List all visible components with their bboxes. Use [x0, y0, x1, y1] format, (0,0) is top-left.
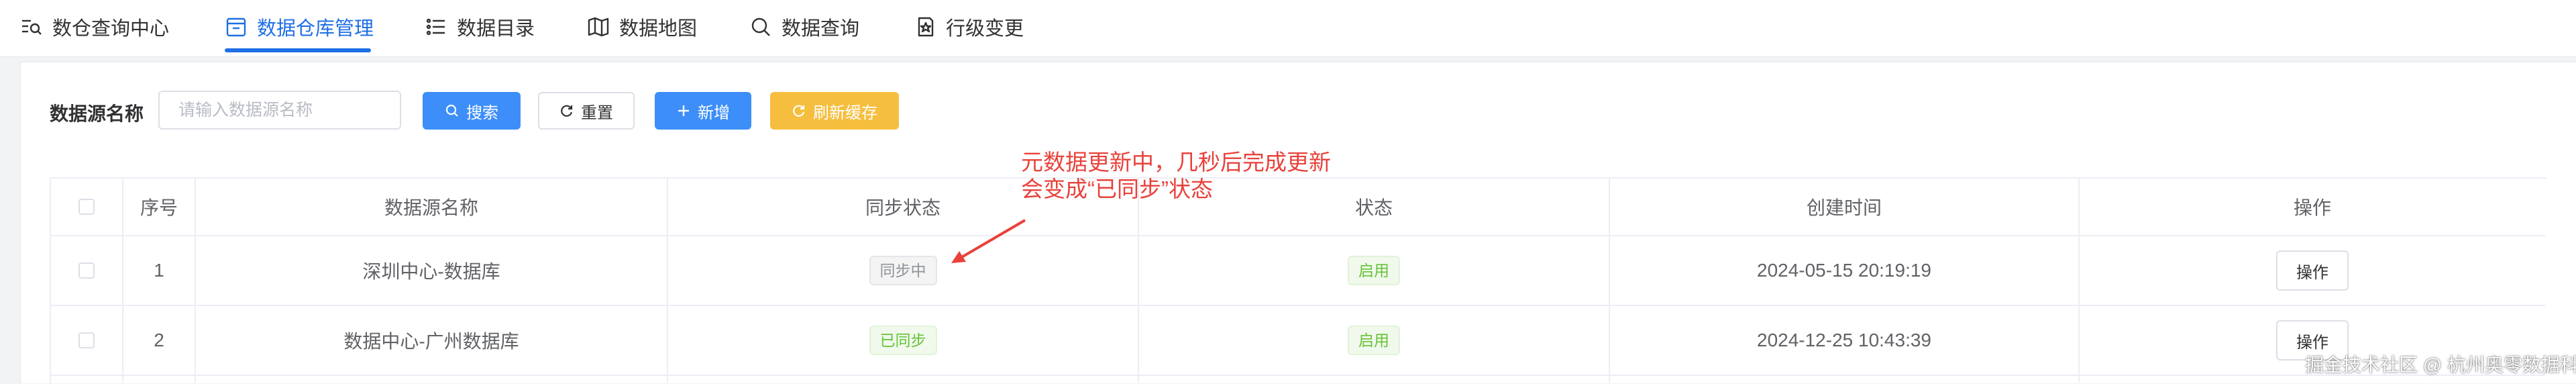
select-all-cell — [51, 179, 122, 235]
row-sync-status: 已同步 — [668, 306, 1138, 375]
row-checkbox[interactable] — [78, 332, 95, 348]
header-actions: 操作 — [2293, 197, 2331, 218]
table-row-1-select — [51, 236, 122, 305]
plus-icon — [676, 103, 691, 118]
row-action-button[interactable]: 操作 — [2276, 250, 2349, 291]
tab-label: 数据地图 — [619, 18, 698, 40]
filter-label: 数据源名称 — [50, 103, 144, 124]
watermark: 掘金技术社区 @ 杭州奥零数据科技 — [2305, 354, 2576, 375]
row-created-time: 2024-05-15 20:19:19 — [1757, 260, 1931, 281]
datasource-name-input[interactable] — [158, 91, 401, 130]
tab-dw-management[interactable]: 数据仓库管理 — [225, 0, 374, 54]
header-name: 数据源名称 — [384, 197, 478, 218]
add-button[interactable]: 新增 — [655, 92, 751, 130]
sync-status-badge: 已同步 — [869, 326, 937, 355]
tab-data-map[interactable]: 数据地图 — [587, 0, 697, 54]
add-button-label: 新增 — [698, 103, 730, 122]
header-created-time: 创建时间 — [1806, 197, 1882, 218]
map-icon — [587, 15, 610, 38]
tab-data-query[interactable]: 数据查询 — [749, 0, 859, 54]
row-created-time: 2024-12-25 10:43:39 — [1757, 330, 1931, 350]
edit-doc-icon — [914, 15, 936, 38]
tab-label: 数仓查询中心 — [52, 18, 170, 40]
select-all-checkbox[interactable] — [78, 199, 95, 215]
list-icon — [425, 15, 447, 38]
tab-data-catalog[interactable]: 数据目录 — [425, 0, 535, 54]
row-status: 启用 — [1139, 236, 1609, 305]
refresh-icon — [792, 103, 806, 118]
tab-row-change[interactable]: 行级变更 — [914, 0, 1024, 54]
tab-label: 数据查询 — [782, 18, 860, 40]
search-icon — [749, 15, 772, 38]
refresh-cache-button-label: 刷新缓存 — [813, 103, 877, 122]
top-nav: 数仓查询中心 数据仓库管理 数据目录 数据地图 数据查询 行级变更 — [0, 0, 2576, 57]
status-badge: 启用 — [1348, 256, 1400, 285]
row-sync-status: 同步中 — [668, 236, 1138, 305]
status-badge: 启用 — [1348, 326, 1400, 355]
search-button-label: 搜索 — [466, 103, 498, 122]
row-divider — [50, 375, 2545, 376]
sync-status-badge: 同步中 — [869, 256, 937, 285]
annotation-line-2: 会变成“已同步”状态 — [1021, 177, 1213, 201]
reset-button-label: 重置 — [581, 103, 613, 122]
tab-label: 数据目录 — [457, 18, 535, 40]
warehouse-box-icon — [225, 15, 248, 38]
active-tab-indicator — [225, 48, 371, 52]
tab-label: 行级变更 — [946, 18, 1024, 40]
annotation-line-1: 元数据更新中，几秒后完成更新 — [1021, 150, 1331, 175]
row-actions: 操作 — [2080, 236, 2545, 305]
table-row-2-select — [51, 306, 122, 375]
tab-dw-query-center[interactable]: 数仓查询中心 — [20, 0, 169, 54]
annotation-note: 元数据更新中，几秒后完成更新 会变成“已同步”状态 — [1021, 149, 1331, 203]
reset-button[interactable]: 重置 — [538, 92, 635, 130]
tab-label: 数据仓库管理 — [257, 18, 374, 40]
refresh-icon — [559, 103, 574, 118]
search-list-icon — [20, 15, 43, 38]
search-button[interactable]: 搜索 — [423, 92, 521, 130]
refresh-cache-button[interactable]: 刷新缓存 — [770, 92, 899, 130]
row-index: 1 — [154, 260, 164, 281]
row-datasource-name: 深圳中心-数据库 — [362, 261, 500, 282]
row-checkbox[interactable] — [78, 262, 95, 279]
row-status: 启用 — [1139, 306, 1609, 375]
row-datasource-name: 数据中心-广州数据库 — [343, 331, 519, 352]
row-index: 2 — [154, 330, 164, 350]
header-index: 序号 — [140, 197, 178, 218]
search-icon — [445, 103, 460, 118]
